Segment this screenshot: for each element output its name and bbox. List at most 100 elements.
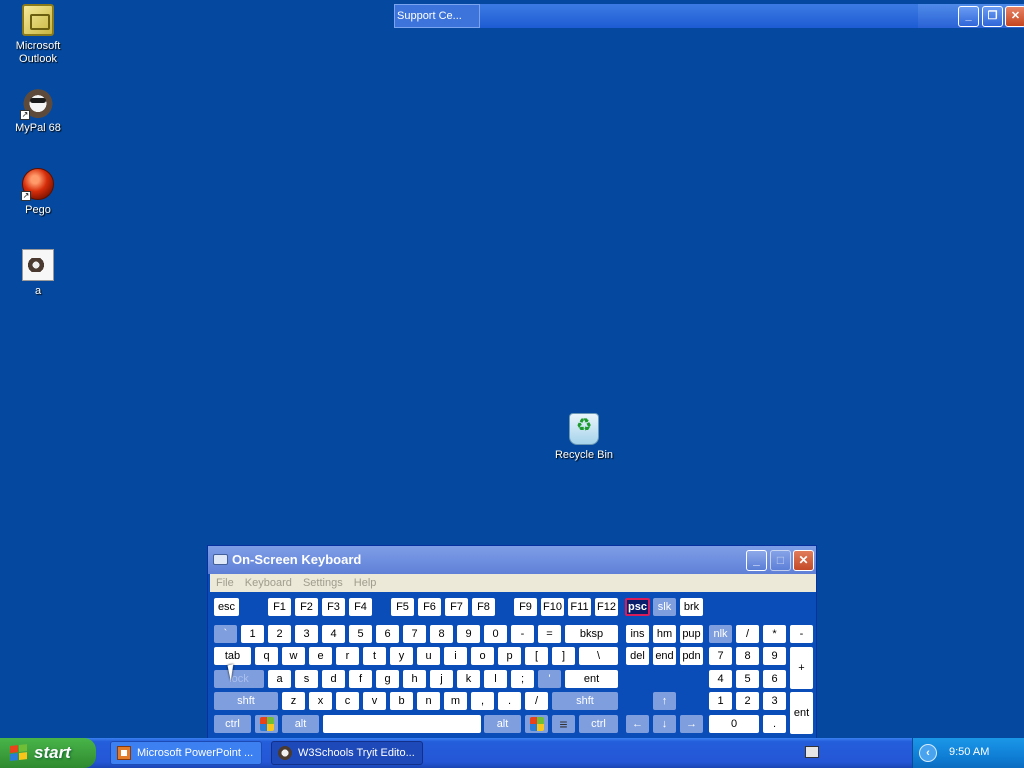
- key-i[interactable]: i: [444, 647, 467, 665]
- key-f7[interactable]: F7: [445, 598, 468, 616]
- key-insert[interactable]: ins: [626, 625, 649, 643]
- key-right-bracket[interactable]: ]: [552, 647, 575, 665]
- key-f12[interactable]: F12: [595, 598, 618, 616]
- key-k[interactable]: k: [457, 670, 480, 688]
- key-f2[interactable]: F2: [295, 598, 318, 616]
- key-arrow-down[interactable]: ↓: [653, 715, 676, 733]
- key-period[interactable]: .: [498, 692, 521, 710]
- desktop-icon-recycle-bin[interactable]: Recycle Bin: [546, 413, 622, 462]
- key-slash[interactable]: /: [525, 692, 548, 710]
- key-1[interactable]: 1: [241, 625, 264, 643]
- key-home[interactable]: hm: [653, 625, 676, 643]
- key-4[interactable]: 4: [322, 625, 345, 643]
- key-f9[interactable]: F9: [514, 598, 537, 616]
- key-2[interactable]: 2: [268, 625, 291, 643]
- key-delete[interactable]: del: [626, 647, 649, 665]
- key-num-lock[interactable]: nlk: [709, 625, 732, 643]
- key-num-1[interactable]: 1: [709, 692, 732, 710]
- key-right-ctrl[interactable]: ctrl: [579, 715, 618, 733]
- key-left-ctrl[interactable]: ctrl: [214, 715, 251, 733]
- key-a[interactable]: a: [268, 670, 291, 688]
- key-num-7[interactable]: 7: [709, 647, 732, 665]
- key-left-alt[interactable]: alt: [282, 715, 319, 733]
- key-num-5[interactable]: 5: [736, 670, 759, 688]
- key-num-minus[interactable]: -: [790, 625, 813, 643]
- key-y[interactable]: y: [390, 647, 413, 665]
- key-num-multiply[interactable]: *: [763, 625, 786, 643]
- key-num-4[interactable]: 4: [709, 670, 732, 688]
- key-arrow-left[interactable]: ←: [626, 715, 649, 733]
- key-num-8[interactable]: 8: [736, 647, 759, 665]
- key-backtick[interactable]: `: [214, 625, 237, 643]
- key-v[interactable]: v: [363, 692, 386, 710]
- key-num-6[interactable]: 6: [763, 670, 786, 688]
- key-f1[interactable]: F1: [268, 598, 291, 616]
- key-scroll-lock[interactable]: slk: [653, 598, 676, 616]
- key-6[interactable]: 6: [376, 625, 399, 643]
- key-right-windows[interactable]: [525, 715, 548, 733]
- menu-file[interactable]: File: [210, 574, 234, 589]
- osk-close-button[interactable]: ✕: [793, 550, 814, 571]
- key-backspace[interactable]: bksp: [565, 625, 618, 643]
- key-h[interactable]: h: [403, 670, 426, 688]
- key-menu[interactable]: [552, 715, 575, 733]
- key-minus[interactable]: -: [511, 625, 534, 643]
- desktop-icon-mypal[interactable]: ↗ MyPal 68: [0, 86, 76, 135]
- taskbar-button-w3schools[interactable]: W3Schools Tryit Edito...: [271, 741, 423, 765]
- key-num-plus[interactable]: +: [790, 647, 813, 689]
- key-comma[interactable]: ,: [471, 692, 494, 710]
- key-page-down[interactable]: pdn: [680, 647, 703, 665]
- key-num-enter[interactable]: ent: [790, 692, 813, 734]
- key-c[interactable]: c: [336, 692, 359, 710]
- key-num-0[interactable]: 0: [709, 715, 759, 733]
- key-x[interactable]: x: [309, 692, 332, 710]
- key-f6[interactable]: F6: [418, 598, 441, 616]
- key-break[interactable]: brk: [680, 598, 703, 616]
- key-f10[interactable]: F10: [541, 598, 564, 616]
- osk-minimize-button[interactable]: _: [746, 550, 767, 571]
- key-8[interactable]: 8: [430, 625, 453, 643]
- key-num-9[interactable]: 9: [763, 647, 786, 665]
- key-w[interactable]: w: [282, 647, 305, 665]
- keyboard-tray-icon[interactable]: [805, 746, 819, 758]
- desktop-icon-pego[interactable]: ↗ Pego: [0, 168, 76, 217]
- clock[interactable]: 9:50 AM: [949, 746, 989, 758]
- key-0[interactable]: 0: [484, 625, 507, 643]
- key-j[interactable]: j: [430, 670, 453, 688]
- key-q[interactable]: q: [255, 647, 278, 665]
- menu-help[interactable]: Help: [348, 574, 377, 589]
- key-l[interactable]: l: [484, 670, 507, 688]
- key-b[interactable]: b: [390, 692, 413, 710]
- close-button[interactable]: ✕: [1005, 6, 1024, 27]
- key-num-3[interactable]: 3: [763, 692, 786, 710]
- key-arrow-right[interactable]: →: [680, 715, 703, 733]
- key-f11[interactable]: F11: [568, 598, 591, 616]
- key-n[interactable]: n: [417, 692, 440, 710]
- key-s[interactable]: s: [295, 670, 318, 688]
- key-num-slash[interactable]: /: [736, 625, 759, 643]
- restore-button[interactable]: ❐: [982, 6, 1003, 27]
- key-left-shift[interactable]: shft: [214, 692, 278, 710]
- key-f4[interactable]: F4: [349, 598, 372, 616]
- key-5[interactable]: 5: [349, 625, 372, 643]
- key-f[interactable]: f: [349, 670, 372, 688]
- key-e[interactable]: e: [309, 647, 332, 665]
- key-num-2[interactable]: 2: [736, 692, 759, 710]
- key-m[interactable]: m: [444, 692, 467, 710]
- key-p[interactable]: p: [498, 647, 521, 665]
- support-center-window-tab[interactable]: Support Ce...: [394, 4, 480, 28]
- key-backslash[interactable]: \: [579, 647, 618, 665]
- key-tab[interactable]: tab: [214, 647, 251, 665]
- key-quote[interactable]: ': [538, 670, 561, 688]
- key-arrow-up[interactable]: ↑: [653, 692, 676, 710]
- minimize-button[interactable]: _: [958, 6, 979, 27]
- key-d[interactable]: d: [322, 670, 345, 688]
- key-semicolon[interactable]: ;: [511, 670, 534, 688]
- key-7[interactable]: 7: [403, 625, 426, 643]
- key-enter[interactable]: ent: [565, 670, 618, 688]
- key-page-up[interactable]: pup: [680, 625, 703, 643]
- key-9[interactable]: 9: [457, 625, 480, 643]
- menu-settings[interactable]: Settings: [297, 574, 343, 589]
- key-f8[interactable]: F8: [472, 598, 495, 616]
- osk-titlebar[interactable]: On-Screen Keyboard _ □ ✕: [208, 546, 816, 574]
